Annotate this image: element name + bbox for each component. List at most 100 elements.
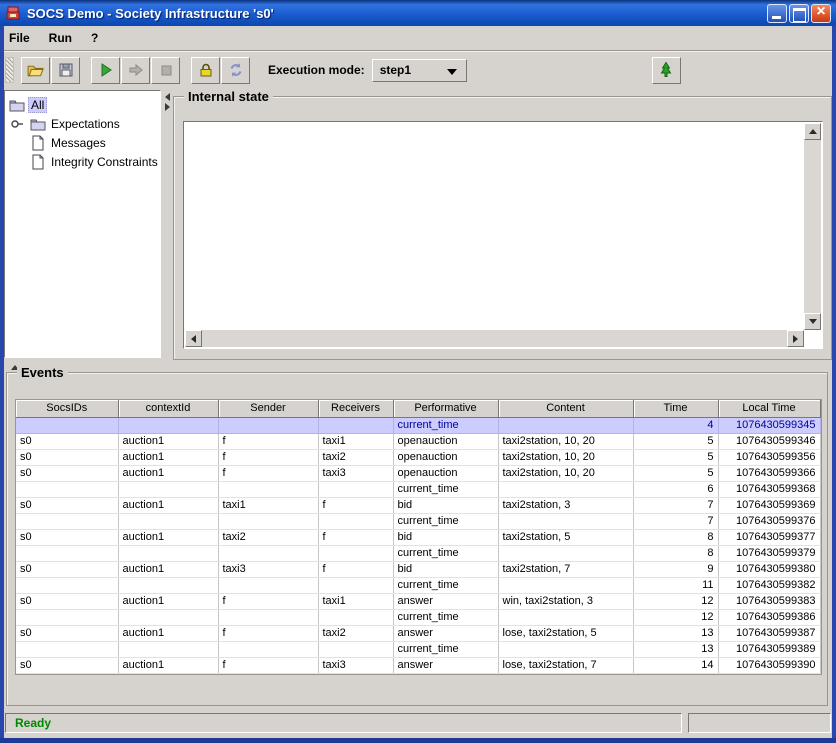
step-button[interactable] [121, 56, 150, 84]
table-cell [16, 481, 119, 498]
menu-run[interactable]: Run [49, 31, 72, 45]
lock-icon [200, 63, 211, 77]
table-row[interactable]: s0 auction1 f taxi1 openauction taxi2station,… [16, 433, 821, 450]
minimize-button[interactable] [767, 3, 787, 23]
run-button[interactable] [91, 56, 120, 84]
table-row[interactable]: current_time 7 1076430599376 [16, 513, 821, 530]
internal-state-textarea[interactable] [183, 121, 823, 349]
table-cell [498, 641, 634, 658]
vertical-split-divider[interactable] [162, 90, 173, 358]
table-cell [318, 513, 394, 530]
table-cell [118, 609, 219, 626]
column-header[interactable]: Content [498, 400, 634, 418]
menubar: File Run ? [0, 26, 836, 51]
stop-button[interactable] [151, 56, 180, 84]
table-row[interactable]: current_time 13 1076430599389 [16, 641, 821, 658]
column-header[interactable]: Receivers [318, 400, 394, 418]
table-cell [318, 545, 394, 562]
scroll-up-button[interactable] [804, 123, 821, 140]
close-button[interactable] [811, 3, 831, 23]
menu-file[interactable]: File [9, 31, 30, 45]
table-row[interactable]: s0 auction1 f taxi2 answer lose, taxi2station… [16, 625, 821, 642]
society-tree-button[interactable] [651, 56, 681, 84]
tree-item-label: Messages [51, 135, 106, 150]
table-cell: 6 [633, 481, 719, 498]
column-header[interactable]: Local Time [718, 400, 821, 418]
column-header[interactable]: Performative [393, 400, 499, 418]
save-button[interactable] [51, 56, 80, 84]
table-cell: answer [393, 657, 499, 674]
table-cell: s0 [16, 497, 119, 514]
tree-item-all[interactable]: All [5, 95, 160, 114]
table-cell: 1076430599369 [718, 497, 821, 514]
table-cell: f [218, 625, 319, 642]
refresh-button[interactable] [221, 56, 250, 84]
document-icon [32, 154, 44, 169]
expand-handle-icon[interactable] [10, 116, 26, 132]
table-row[interactable]: s0 auction1 taxi2 f bid taxi2station, 5 8 10764… [16, 529, 821, 546]
column-header[interactable]: contextId [118, 400, 219, 418]
table-row[interactable]: s0 auction1 f taxi2 openauction taxi2station,… [16, 449, 821, 466]
table-cell [16, 417, 119, 434]
table-row[interactable]: current_time 4 1076430599345 [16, 417, 821, 434]
column-header[interactable]: SocsIDs [16, 400, 119, 418]
table-row[interactable]: s0 auction1 taxi3 f bid taxi2station, 7 9 10764… [16, 561, 821, 578]
open-button[interactable] [21, 56, 50, 84]
events-table-body: current_time 4 1076430599345 s0 auction1 f tax… [16, 417, 821, 674]
table-cell [318, 481, 394, 498]
toolbar-drag-handle[interactable] [5, 57, 14, 83]
table-cell: s0 [16, 465, 119, 482]
table-cell: s0 [16, 449, 119, 466]
titlebar[interactable]: SOCS Demo - Society Infrastructure 's0' [0, 0, 836, 26]
table-cell: bid [393, 529, 499, 546]
tree-item-expectations[interactable]: Expectations [5, 114, 160, 133]
lock-button[interactable] [191, 56, 220, 84]
column-header[interactable]: Sender [218, 400, 319, 418]
events-table-container: SocsIDs contextId Sender Receivers Performat… [15, 399, 822, 675]
table-cell: auction1 [118, 625, 219, 642]
table-row[interactable]: current_time 11 1076430599382 [16, 577, 821, 594]
table-cell: auction1 [118, 497, 219, 514]
table-row[interactable]: current_time 8 1076430599379 [16, 545, 821, 562]
table-cell: taxi2 [218, 529, 319, 546]
events-table: SocsIDs contextId Sender Receivers Performat… [16, 400, 821, 674]
table-cell: 1076430599383 [718, 593, 821, 610]
chevron-down-icon [446, 68, 457, 75]
table-cell: 5 [633, 465, 719, 482]
table-row[interactable]: current_time 6 1076430599368 [16, 481, 821, 498]
table-cell: auction1 [118, 465, 219, 482]
toolbar: Execution mode: step1 [0, 52, 836, 88]
table-row[interactable]: s0 auction1 f taxi3 answer lose, taxi2station… [16, 657, 821, 674]
table-cell [498, 577, 634, 594]
horizontal-scrollbar[interactable] [185, 330, 804, 347]
execution-mode-select[interactable]: step1 [371, 58, 467, 82]
table-cell: 1076430599386 [718, 609, 821, 626]
collapse-left-icon[interactable] [165, 93, 170, 101]
table-cell: 9 [633, 561, 719, 578]
table-row[interactable]: s0 auction1 f taxi3 openauction taxi2station,… [16, 465, 821, 482]
table-cell [118, 577, 219, 594]
table-row[interactable]: s0 auction1 taxi1 f bid taxi2station, 3 7 10764… [16, 497, 821, 514]
column-header[interactable]: Time [633, 400, 719, 418]
internal-state-title: Internal state [184, 89, 273, 104]
scroll-left-button[interactable] [185, 330, 202, 347]
table-row[interactable]: current_time 12 1076430599386 [16, 609, 821, 626]
table-cell [318, 609, 394, 626]
table-cell [218, 545, 319, 562]
table-cell [118, 481, 219, 498]
vertical-scrollbar[interactable] [804, 123, 821, 330]
scroll-right-button[interactable] [787, 330, 804, 347]
table-cell: 8 [633, 529, 719, 546]
horizontal-split-divider[interactable] [4, 362, 832, 372]
menu-help[interactable]: ? [91, 31, 98, 45]
maximize-button[interactable] [789, 3, 809, 23]
collapse-right-icon[interactable] [165, 103, 170, 111]
table-cell [16, 545, 119, 562]
app-icon [6, 6, 20, 20]
table-row[interactable]: s0 auction1 f taxi1 answer win, taxi2station,… [16, 593, 821, 610]
scroll-down-button[interactable] [804, 313, 821, 330]
tree-item-messages[interactable]: Messages [5, 133, 160, 152]
table-cell: taxi2station, 3 [498, 497, 634, 514]
tree-item-integrity-constraints[interactable]: Integrity Constraints [5, 152, 160, 171]
status-aux-panel [688, 713, 831, 733]
